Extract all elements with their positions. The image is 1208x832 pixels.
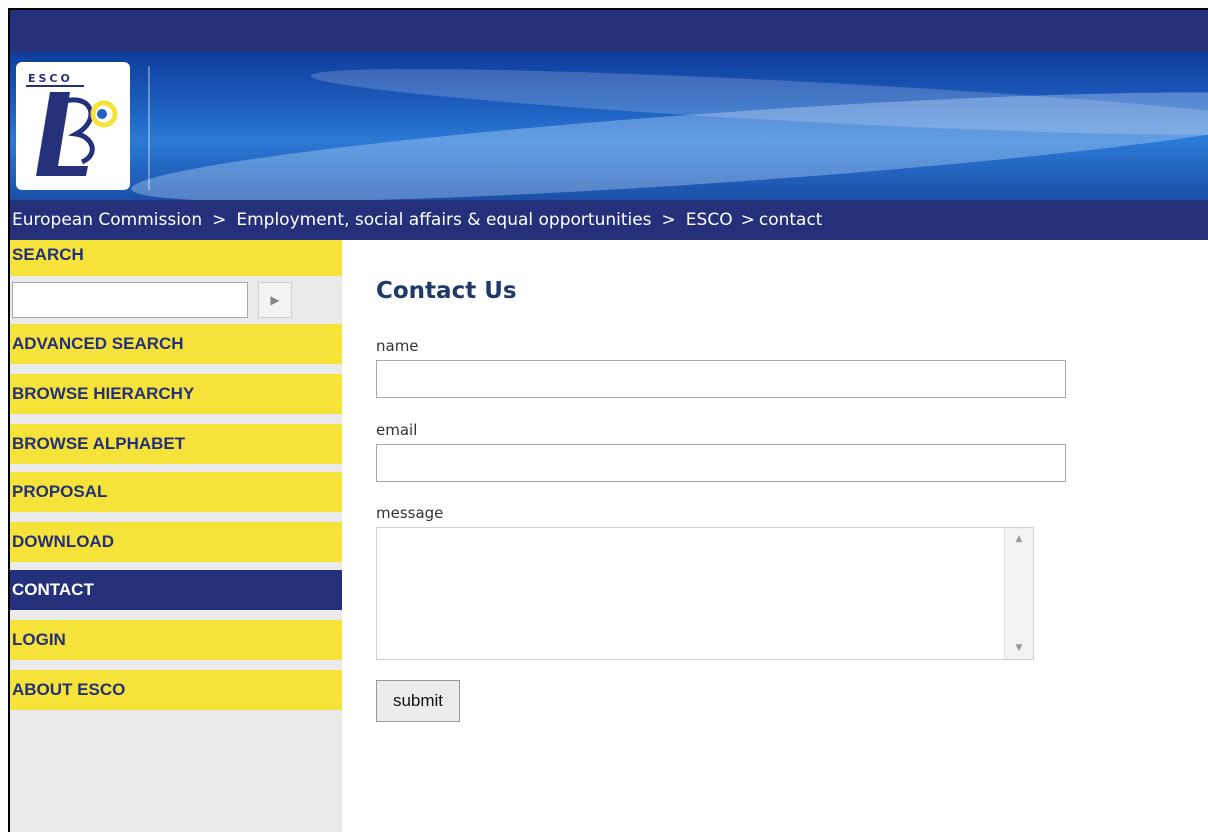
- breadcrumb: European Commission > Employment, social a…: [10, 200, 1208, 240]
- top-bar: [10, 10, 1208, 52]
- esco-logo[interactable]: ESCO: [16, 62, 130, 190]
- play-arrow-icon: ▶: [270, 293, 280, 307]
- breadcrumb-separator: >: [661, 210, 676, 230]
- sidebar-search-row: ▶: [10, 276, 342, 324]
- sidebar-item-proposal[interactable]: PROPOSAL: [10, 472, 342, 512]
- name-label: name: [376, 337, 419, 355]
- search-input[interactable]: [12, 282, 248, 318]
- breadcrumb-link-employment[interactable]: Employment, social affairs & equal oppor…: [236, 200, 651, 240]
- message-label: message: [376, 504, 444, 522]
- breadcrumb-link-esco[interactable]: ESCO: [686, 200, 733, 240]
- page-frame: ESCO European Commission > Employment, soc…: [8, 8, 1208, 832]
- sidebar-item-contact[interactable]: CONTACT: [10, 570, 342, 610]
- sidebar-item-browse-hierarchy[interactable]: BROWSE HIERARCHY: [10, 374, 342, 414]
- email-field[interactable]: [376, 444, 1066, 482]
- breadcrumb-current-contact: contact: [758, 210, 823, 230]
- submit-button[interactable]: submit: [376, 680, 460, 722]
- scroll-up-arrow-icon[interactable]: ▲: [1014, 534, 1024, 544]
- main-content: Contact Us name email message ▲ ▼ submit: [342, 240, 1208, 832]
- sidebar-item-download[interactable]: DOWNLOAD: [10, 522, 342, 562]
- sidebar-item-browse-alphabet[interactable]: BROWSE ALPHABET: [10, 424, 342, 464]
- esco-logo-mark: ESCO: [26, 72, 118, 176]
- sidebar-item-advanced-search[interactable]: ADVANCED SEARCH: [10, 324, 342, 364]
- breadcrumb-link-european-commission[interactable]: European Commission: [12, 200, 202, 240]
- sidebar-item-about-esco[interactable]: ABOUT ESCO: [10, 670, 342, 710]
- header-banner: ESCO: [10, 52, 1208, 200]
- email-label: email: [376, 421, 418, 439]
- logo-divider: [148, 66, 150, 190]
- breadcrumb-separator: >: [740, 210, 755, 230]
- sidebar-item-login[interactable]: LOGIN: [10, 620, 342, 660]
- search-submit-button[interactable]: ▶: [258, 282, 292, 318]
- sidebar-search-header: SEARCH: [10, 240, 342, 276]
- page-title: Contact Us: [376, 278, 517, 304]
- message-textarea[interactable]: ▲ ▼: [376, 527, 1034, 660]
- sidebar: SEARCH ▶ ADVANCED SEARCH BROWSE HIERARCH…: [10, 240, 342, 832]
- message-scrollbar[interactable]: ▲ ▼: [1004, 528, 1033, 659]
- name-field[interactable]: [376, 360, 1066, 398]
- breadcrumb-separator: >: [212, 210, 227, 230]
- logo-text: ESCO: [28, 72, 73, 85]
- scroll-down-arrow-icon[interactable]: ▼: [1014, 643, 1024, 653]
